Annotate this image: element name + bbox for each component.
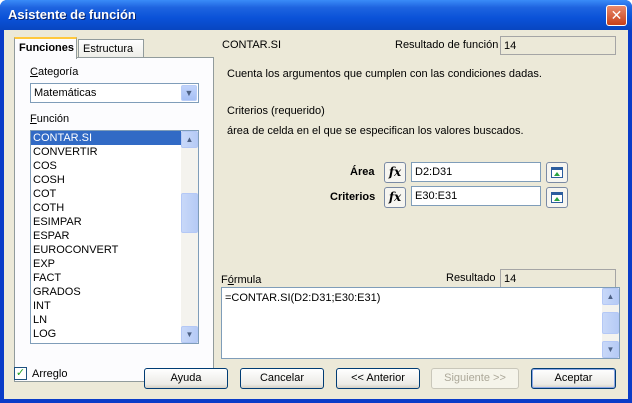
fx-criterios-icon[interactable]: fx xyxy=(384,187,406,208)
tab-estructura[interactable]: Estructura xyxy=(78,39,144,59)
category-dropdown[interactable]: Matemáticas ▼ xyxy=(30,83,199,103)
list-item[interactable]: CONTAR.SI xyxy=(31,131,198,145)
function-listbox[interactable]: CONTAR.SI CONVERTIR COS COSH COT COTH ESIMPAR E… xyxy=(30,130,199,344)
scroll-up-icon[interactable]: ▲ xyxy=(181,131,198,148)
arg-criterios-input[interactable]: E30:E31 xyxy=(411,186,541,206)
scroll-up-icon[interactable]: ▲ xyxy=(602,288,619,305)
window-title: Asistente de función xyxy=(8,7,136,22)
formula-text: =CONTAR.SI(D2:D31;E30:E31) xyxy=(225,292,381,304)
tab-estructura-label: Estructura xyxy=(83,43,134,55)
list-item[interactable]: LOG xyxy=(31,327,198,341)
category-value: Matemáticas xyxy=(34,87,97,99)
list-item[interactable]: GRADOS xyxy=(31,285,198,299)
arreglo-checkbox[interactable]: ✓ xyxy=(14,367,27,380)
formula-textarea[interactable]: =CONTAR.SI(D2:D31;E30:E31) ▲ ▼ xyxy=(221,287,620,359)
cancel-button[interactable]: Cancelar xyxy=(240,368,324,389)
scroll-thumb[interactable] xyxy=(181,193,198,233)
function-label: Función xyxy=(30,113,70,125)
list-item[interactable]: COS xyxy=(31,159,198,173)
function-wizard-window: Asistente de función ✕ Funciones Estruct… xyxy=(0,0,632,403)
argument-description: área de celda en el que se especifican l… xyxy=(227,125,524,137)
dialog-body: Funciones Estructura Categoría Matemátic… xyxy=(4,30,628,399)
scroll-thumb[interactable] xyxy=(602,312,619,334)
list-item[interactable]: ESPAR xyxy=(31,229,198,243)
function-list-scrollbar[interactable]: ▲ ▼ xyxy=(181,131,198,343)
formula-result-field: 14 xyxy=(500,269,616,288)
chevron-down-icon[interactable]: ▼ xyxy=(181,85,197,101)
arreglo-label: Arreglo xyxy=(32,368,68,380)
list-item[interactable]: FACT xyxy=(31,271,198,285)
function-result-field: 14 xyxy=(500,36,616,55)
shrink-criterios-icon[interactable] xyxy=(546,187,568,208)
list-item[interactable]: CONVERTIR xyxy=(31,145,198,159)
list-item[interactable]: LN xyxy=(31,313,198,327)
next-button[interactable]: Siguiente >> xyxy=(431,368,519,389)
list-item[interactable]: EXP xyxy=(31,257,198,271)
list-item[interactable]: COSH xyxy=(31,173,198,187)
function-result-label: Resultado de función xyxy=(395,39,499,51)
scroll-down-icon[interactable]: ▼ xyxy=(602,341,619,358)
title-bar[interactable]: Asistente de función ✕ xyxy=(0,0,632,30)
formula-label: Fórmula xyxy=(221,274,262,286)
list-item[interactable]: EUROCONVERT xyxy=(31,243,198,257)
tab-funciones-label: Funciones xyxy=(19,42,75,54)
formula-result-label: Resultado xyxy=(446,272,496,284)
formula-scrollbar[interactable]: ▲ ▼ xyxy=(602,288,619,358)
fx-area-icon[interactable]: fx xyxy=(384,162,406,183)
arg-area-label: Área xyxy=(350,166,375,178)
scroll-down-icon[interactable]: ▼ xyxy=(181,326,198,343)
arg-area-input[interactable]: D2:D31 xyxy=(411,162,541,182)
argument-heading: Criterios (requerido) xyxy=(227,105,325,117)
list-item[interactable]: INT xyxy=(31,299,198,313)
list-item[interactable]: COT xyxy=(31,187,198,201)
ok-button[interactable]: Aceptar xyxy=(531,368,616,389)
back-button[interactable]: << Anterior xyxy=(336,368,420,389)
shrink-area-icon[interactable] xyxy=(546,162,568,183)
tab-funciones[interactable]: Funciones xyxy=(14,37,77,59)
function-list-items: CONTAR.SI CONVERTIR COS COSH COT COTH ESIMPAR E… xyxy=(31,131,198,341)
list-item[interactable]: ESIMPAR xyxy=(31,215,198,229)
help-button[interactable]: Ayuda xyxy=(144,368,228,389)
function-name: CONTAR.SI xyxy=(222,39,282,51)
close-icon[interactable]: ✕ xyxy=(606,5,627,26)
function-description: Cuenta los argumentos que cumplen con la… xyxy=(227,68,542,80)
list-item[interactable]: COTH xyxy=(31,201,198,215)
category-label: Categoría xyxy=(30,66,79,78)
arg-criterios-label: Criterios xyxy=(330,191,376,203)
